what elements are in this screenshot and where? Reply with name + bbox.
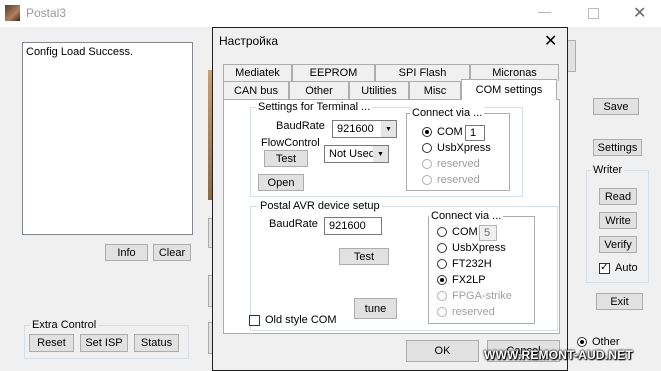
verify-button[interactable]: Verify bbox=[599, 236, 637, 253]
tab-misc[interactable]: Misc bbox=[409, 81, 461, 99]
watermark: WWW.REMONT-AUD.NET bbox=[484, 348, 633, 362]
auto-label: Auto bbox=[615, 262, 638, 274]
avr-com-port-field: 5 bbox=[479, 225, 497, 241]
avr-fpga-radio: FPGA-strike bbox=[437, 290, 512, 302]
flowcontrol-label: FlowControl bbox=[261, 137, 320, 149]
avr-com-port-value: 5 bbox=[484, 227, 491, 239]
dialog-close-icon[interactable]: ✕ bbox=[544, 31, 557, 51]
terminal-usbxpress-label: UsbXpress bbox=[437, 142, 491, 154]
settings-button[interactable]: Settings bbox=[593, 139, 642, 156]
chevron-down-icon[interactable]: ▼ bbox=[381, 121, 396, 137]
other-radio[interactable]: Other bbox=[577, 336, 620, 348]
app-icon bbox=[5, 5, 20, 21]
checkbox-icon bbox=[249, 314, 260, 326]
terminal-com-radio[interactable]: COM bbox=[422, 126, 463, 138]
avr-fx2lp-label: FX2LP bbox=[452, 274, 486, 286]
dialog-title: Настройка bbox=[219, 34, 279, 48]
auto-checkbox[interactable]: ✓ Auto bbox=[599, 262, 638, 274]
terminal-group-title: Settings for Terminal ... bbox=[256, 101, 373, 113]
tab-other[interactable]: Other bbox=[289, 81, 349, 99]
ok-button[interactable]: OK bbox=[406, 340, 479, 362]
avr-tune-button[interactable]: tune bbox=[354, 298, 397, 319]
close-icon[interactable]: ✕ bbox=[633, 3, 646, 23]
save-button[interactable]: Save bbox=[593, 98, 639, 115]
reset-button[interactable]: Reset bbox=[29, 334, 74, 352]
exit-button[interactable]: Exit bbox=[596, 293, 643, 310]
radio-icon bbox=[437, 243, 447, 253]
tab-mediatek[interactable]: Mediatek bbox=[223, 64, 292, 81]
writer-group-title: Writer bbox=[591, 164, 625, 176]
tab-com-settings[interactable]: COM settings bbox=[461, 79, 557, 100]
info-button[interactable]: Info bbox=[105, 244, 148, 261]
set-isp-button[interactable]: Set ISP bbox=[80, 334, 128, 352]
terminal-reserved1-label: reserved bbox=[437, 158, 480, 170]
old-style-com-label: Old style COM bbox=[265, 314, 337, 326]
avr-usbxpress-radio[interactable]: UsbXpress bbox=[437, 242, 506, 254]
tab-eeprom[interactable]: EEPROM bbox=[292, 64, 375, 81]
terminal-com-port-value: 1 bbox=[470, 127, 477, 139]
radio-icon bbox=[437, 259, 447, 269]
avr-com-radio[interactable]: COM bbox=[437, 226, 478, 238]
extra-control-group-title: Extra Control bbox=[30, 319, 99, 331]
tab-utilities[interactable]: Utilities bbox=[349, 81, 409, 99]
avr-fx2lp-radio[interactable]: FX2LP bbox=[437, 274, 486, 286]
other-label: Other bbox=[592, 336, 620, 348]
log-textarea[interactable]: Config Load Success. bbox=[22, 42, 193, 235]
chevron-down-icon[interactable]: ▼ bbox=[373, 146, 388, 162]
terminal-com-port-field[interactable]: 1 bbox=[465, 125, 485, 141]
settings-dialog: Настройка ✕ Mediatek EEPROM SPI Flash Mi… bbox=[212, 27, 568, 371]
read-button[interactable]: Read bbox=[599, 188, 637, 205]
radio-icon bbox=[422, 175, 432, 185]
avr-group-title: Postal AVR device setup bbox=[258, 200, 382, 212]
status-button[interactable]: Status bbox=[134, 334, 179, 352]
log-text: Config Load Success. bbox=[26, 46, 134, 58]
avr-ft232h-radio[interactable]: FT232H bbox=[437, 258, 492, 270]
flowcontrol-value: Not Used bbox=[329, 148, 375, 160]
terminal-test-button[interactable]: Test bbox=[264, 150, 308, 167]
tab-spi-flash[interactable]: SPI Flash bbox=[375, 64, 470, 81]
terminal-reserved2-label: reserved bbox=[437, 174, 480, 186]
terminal-baudrate-label: BaudRate bbox=[276, 120, 325, 132]
avr-connect-title: Connect via ... bbox=[429, 210, 504, 222]
radio-icon bbox=[437, 275, 447, 285]
terminal-usbxpress-radio[interactable]: UsbXpress bbox=[422, 142, 491, 154]
terminal-com-label: COM bbox=[437, 126, 463, 138]
checkmark-icon: ✓ bbox=[599, 262, 610, 274]
avr-baudrate-value: 921600 bbox=[329, 220, 366, 232]
main-window-title: Postal3 bbox=[26, 6, 67, 20]
avr-reserved-radio: reserved bbox=[437, 306, 495, 318]
radio-icon bbox=[422, 143, 432, 153]
terminal-baudrate-select[interactable]: 921600 ▼ bbox=[332, 120, 397, 138]
terminal-baudrate-value: 921600 bbox=[337, 123, 374, 135]
terminal-reserved2-radio: reserved bbox=[422, 174, 480, 186]
flowcontrol-select[interactable]: Not Used ▼ bbox=[324, 145, 389, 163]
terminal-open-button[interactable]: Open bbox=[258, 174, 304, 191]
tab-page-com-settings: Settings for Terminal ... BaudRate 92160… bbox=[223, 99, 560, 334]
radio-icon bbox=[577, 337, 587, 347]
maximize-icon[interactable] bbox=[588, 8, 599, 19]
avr-baudrate-field[interactable]: 921600 bbox=[324, 217, 382, 235]
write-button[interactable]: Write bbox=[599, 212, 637, 229]
avr-baudrate-label: BaudRate bbox=[269, 218, 318, 230]
avr-com-label: COM bbox=[452, 226, 478, 238]
clear-button[interactable]: Clear bbox=[153, 244, 191, 261]
avr-reserved-label: reserved bbox=[452, 306, 495, 318]
avr-test-button[interactable]: Test bbox=[339, 248, 389, 265]
radio-icon bbox=[437, 291, 447, 301]
terminal-connect-title: Connect via ... bbox=[410, 107, 485, 119]
avr-ft232h-label: FT232H bbox=[452, 258, 492, 270]
tab-can-bus[interactable]: CAN bus bbox=[223, 81, 289, 99]
radio-icon bbox=[437, 307, 447, 317]
avr-fpga-label: FPGA-strike bbox=[452, 290, 512, 302]
radio-icon bbox=[422, 159, 432, 169]
old-style-com-checkbox[interactable]: Old style COM bbox=[249, 314, 337, 326]
radio-icon bbox=[422, 127, 432, 137]
avr-usbxpress-label: UsbXpress bbox=[452, 242, 506, 254]
minimize-icon[interactable]: — bbox=[538, 4, 551, 19]
main-title-bar: Postal3 — ✕ bbox=[0, 0, 661, 27]
terminal-reserved1-radio: reserved bbox=[422, 158, 480, 170]
radio-icon bbox=[437, 227, 447, 237]
